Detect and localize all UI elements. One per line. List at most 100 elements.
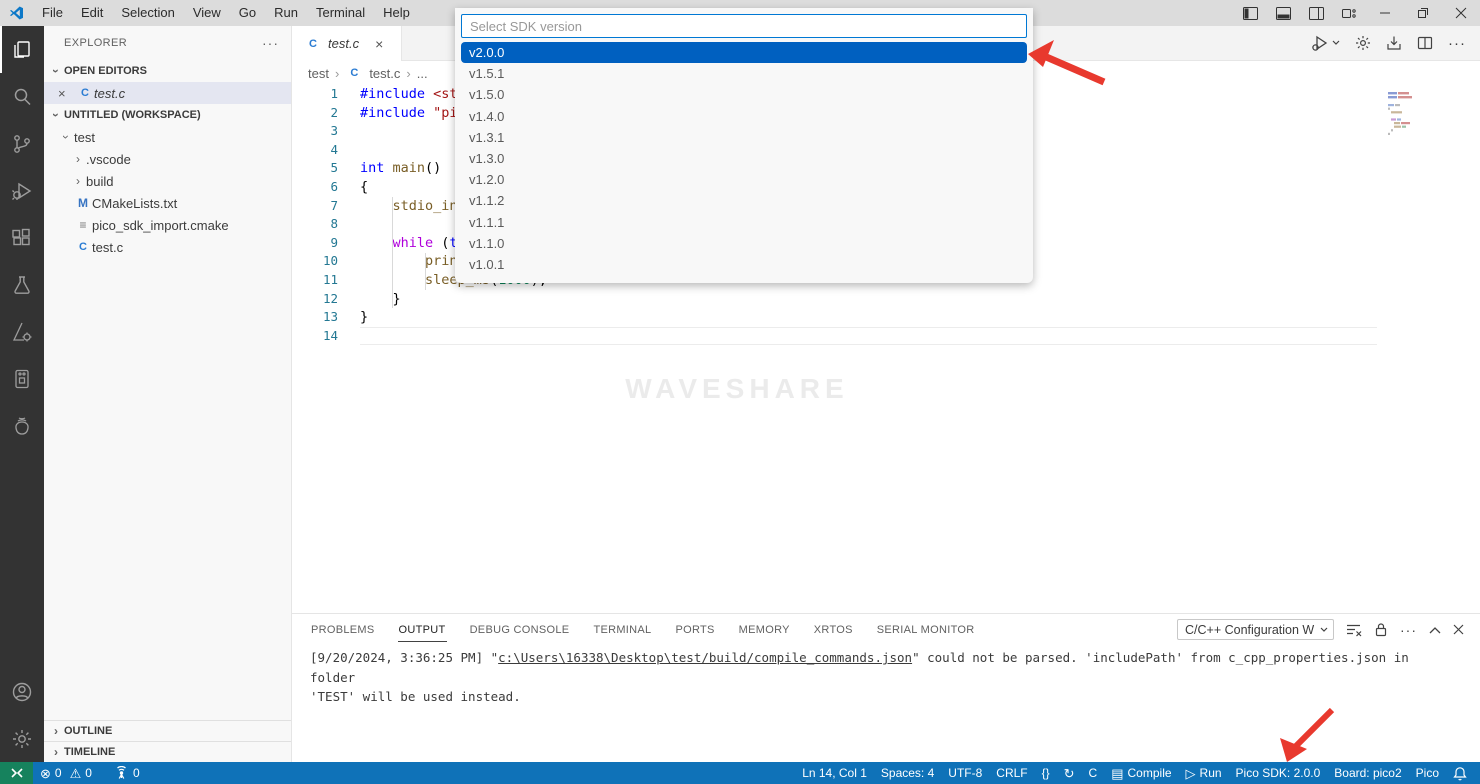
menu-terminal[interactable]: Terminal [307,5,374,20]
status-run[interactable]: ▷Run [1179,762,1229,784]
toggle-panel-icon[interactable] [1267,0,1300,26]
explorer-icon[interactable] [0,26,44,73]
tree-folder-vscode[interactable]: › .vscode [44,148,291,170]
sdk-option-v1-5-0[interactable]: v1.5.0 [461,84,1027,105]
maximize-panel-icon[interactable] [1429,626,1441,634]
tree-file-test-c[interactable]: C test.c [44,236,291,258]
panel-more-icon[interactable]: ··· [1400,622,1417,638]
menu-file[interactable]: File [33,5,72,20]
sdk-option-v1-1-2[interactable]: v1.1.2 [461,190,1027,211]
menu-edit[interactable]: Edit [72,5,112,20]
open-editors-section[interactable]: › OPEN EDITORS [44,60,291,82]
close-panel-icon[interactable] [1453,624,1464,635]
close-editor-icon[interactable]: × [58,86,76,101]
timeline-section[interactable]: › TIMELINE [44,741,291,762]
panel-tab-debug-console[interactable]: DEBUG CONSOLE [469,618,571,642]
menu-selection[interactable]: Selection [112,5,183,20]
explorer-title: EXPLORER [64,37,127,49]
status-spaces-4[interactable]: Spaces: 4 [874,762,941,784]
sdk-option-v1-5-1[interactable]: v1.5.1 [461,63,1027,84]
output-log[interactable]: [9/20/2024, 3:36:25 PM] "c:\Users\16338\… [292,645,1480,707]
sdk-option-v1-2-0[interactable]: v1.2.0 [461,169,1027,190]
sdk-option-v1-1-0[interactable]: v1.1.0 [461,233,1027,254]
status-compile[interactable]: ▤Compile [1104,762,1178,784]
restore-icon[interactable] [1404,0,1442,26]
sdk-option-v1-0-1[interactable]: v1.0.1 [461,254,1027,275]
tree-file-pico-sdk-import[interactable]: ≡ pico_sdk_import.cmake [44,214,291,236]
workspace-section[interactable]: › UNTITLED (WORKSPACE) [44,104,291,126]
sdk-version-input[interactable] [461,14,1027,38]
panel-tab-serial-monitor[interactable]: SERIAL MONITOR [876,618,976,642]
pico-board-icon[interactable] [0,355,44,402]
minimize-icon[interactable] [1366,0,1404,26]
status-pico[interactable]: Pico [1409,762,1446,784]
customize-layout-icon[interactable] [1333,0,1366,26]
extensions-icon[interactable] [0,214,44,261]
status-[interactable]: {} [1035,762,1057,784]
sdk-option-v1-4-0[interactable]: v1.4.0 [461,106,1027,127]
menu-view[interactable]: View [184,5,230,20]
split-editor-icon[interactable] [1417,35,1433,51]
c-file-icon: C [345,67,363,79]
close-tab-icon[interactable]: × [375,36,383,52]
sdk-option-v1-3-0[interactable]: v1.3.0 [461,148,1027,169]
toggle-secondary-sidebar-icon[interactable] [1300,0,1333,26]
run-or-debug-icon[interactable] [1311,35,1340,51]
flash-project-icon[interactable] [1386,35,1402,51]
sdk-option-v2-0-0[interactable]: v2.0.0 [461,42,1027,63]
explorer-more-actions-icon[interactable]: ··· [262,35,279,51]
tree-folder-build[interactable]: › build [44,170,291,192]
status-sync[interactable]: ↻ [1057,762,1082,784]
tree-file-cmakelists[interactable]: M CMakeLists.txt [44,192,291,214]
lock-scroll-icon[interactable] [1374,622,1388,637]
panel-tab-memory[interactable]: MEMORY [738,618,791,642]
open-editor-test-c[interactable]: × C test.c [44,82,291,104]
close-window-icon[interactable] [1442,0,1480,26]
panel-tab-terminal[interactable]: TERMINAL [592,618,652,642]
line-number: 13 [292,308,338,327]
clear-output-icon[interactable] [1346,623,1362,637]
account-icon[interactable] [0,668,44,715]
status-crlf[interactable]: CRLF [989,762,1034,784]
menu-run[interactable]: Run [265,5,307,20]
code-line-14[interactable]: 14 [292,327,1480,346]
run-settings-gear-icon[interactable] [1355,35,1371,51]
sdk-option-v1-3-1[interactable]: v1.3.1 [461,127,1027,148]
ports-indicator[interactable]: 0 [107,762,147,784]
output-file-link[interactable]: c:\Users\16338\Desktop\test/build/compil… [498,650,912,665]
output-channel-select[interactable]: C/C++ Configuration W [1177,619,1334,640]
settings-gear-icon[interactable] [0,715,44,762]
minimap[interactable] [1388,91,1426,135]
status-utf-8[interactable]: UTF-8 [941,762,989,784]
more-actions-icon[interactable]: ··· [1448,35,1466,52]
remote-indicator[interactable] [0,762,33,784]
menu-help[interactable]: Help [374,5,419,20]
sdk-option-v1-1-1[interactable]: v1.1.1 [461,212,1027,233]
chevron-down-icon: › [49,107,63,123]
search-icon[interactable] [0,73,44,120]
notifications-bell-icon[interactable] [1446,762,1474,784]
panel-tab-ports[interactable]: PORTS [674,618,715,642]
status-pico-sdk-2-0-0[interactable]: Pico SDK: 2.0.0 [1229,762,1328,784]
cmake-script-icon: ≡ [74,218,92,232]
code-line-12[interactable]: 12 } [292,290,1480,309]
testing-flask-icon[interactable] [0,261,44,308]
raspberry-pi-icon[interactable] [0,402,44,449]
run-and-debug-icon[interactable] [0,167,44,214]
toggle-sidebar-icon[interactable] [1234,0,1267,26]
status-c[interactable]: C [1082,762,1105,784]
code-line-13[interactable]: 13} [292,308,1480,327]
panel-tab-xrtos[interactable]: XRTOS [813,618,854,642]
outline-section[interactable]: › OUTLINE [44,720,291,741]
status-ln-14-col-1[interactable]: Ln 14, Col 1 [795,762,874,784]
panel-tab-output[interactable]: OUTPUT [398,618,447,642]
indent-guide [392,197,393,308]
tab-test-c[interactable]: C test.c × [292,26,402,61]
panel-tab-problems[interactable]: PROBLEMS [310,618,376,642]
cmake-icon[interactable] [0,308,44,355]
problems-indicator[interactable]: ⊗ 0 ⚠ 0 [33,762,99,784]
status-board-pico2[interactable]: Board: pico2 [1327,762,1408,784]
menu-go[interactable]: Go [230,5,265,20]
tree-folder-test[interactable]: › test [44,126,291,148]
source-control-icon[interactable] [0,120,44,167]
